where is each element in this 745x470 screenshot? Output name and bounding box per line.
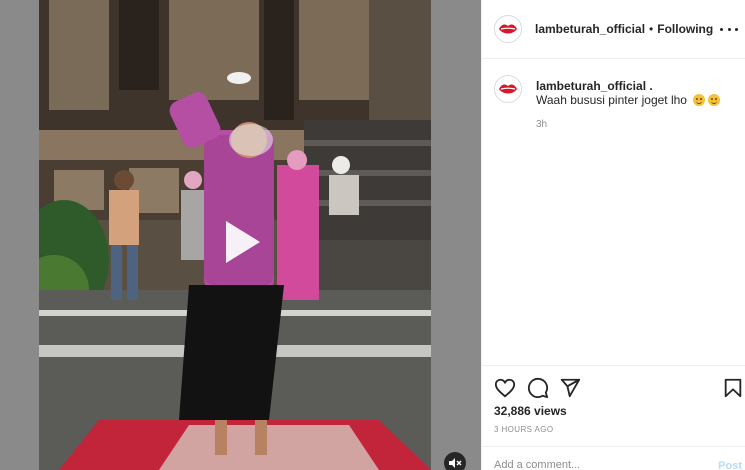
grinning-face-emoji-icon xyxy=(707,94,720,106)
muted-speaker-icon xyxy=(449,458,462,468)
play-icon xyxy=(226,221,260,263)
avatar[interactable] xyxy=(494,15,522,43)
action-bar xyxy=(482,365,745,405)
play-button[interactable] xyxy=(212,215,266,269)
post-header: lambeturah_official • Following xyxy=(482,0,745,59)
header-separator: • xyxy=(649,22,654,36)
mute-toggle-button[interactable] xyxy=(444,452,466,470)
more-options-icon xyxy=(720,27,723,31)
comment-input[interactable] xyxy=(494,459,694,470)
heart-icon[interactable] xyxy=(494,377,516,399)
caption-username-link[interactable]: lambeturah_official . xyxy=(536,79,653,93)
more-options-button[interactable] xyxy=(720,21,738,37)
view-count[interactable]: 32,886 views xyxy=(494,404,567,418)
post-details-panel: lambeturah_official • Following lambetur… xyxy=(481,0,745,470)
lips-logo-icon xyxy=(499,84,517,94)
lips-logo-icon xyxy=(499,24,517,34)
caption-timestamp[interactable]: 3h xyxy=(536,119,547,130)
header-username-link[interactable]: lambeturah_official xyxy=(535,22,645,36)
following-button[interactable]: Following xyxy=(657,22,713,36)
more-options-icon xyxy=(735,27,738,31)
comment-bar: Post xyxy=(482,446,745,470)
more-options-icon xyxy=(727,27,731,31)
caption-text: Waah bususi pinter joget lho xyxy=(536,93,720,107)
caption-avatar[interactable] xyxy=(494,75,522,103)
instagram-post-viewer: lambeturah_official • Following lambetur… xyxy=(0,0,745,470)
post-comment-button[interactable]: Post xyxy=(718,460,742,470)
caption-message: Waah bususi pinter joget lho xyxy=(536,93,687,107)
grinning-face-emoji-icon xyxy=(692,94,705,106)
bookmark-icon[interactable] xyxy=(722,377,744,399)
comment-icon[interactable] xyxy=(527,377,549,399)
post-timestamp[interactable]: 3 HOURS AGO xyxy=(494,425,554,434)
paper-plane-icon[interactable] xyxy=(559,377,581,399)
